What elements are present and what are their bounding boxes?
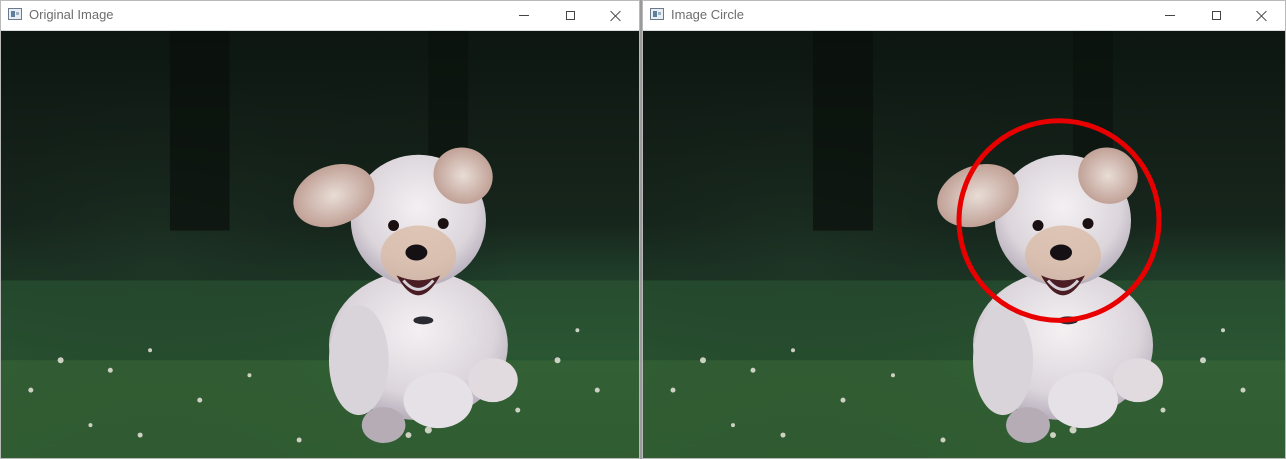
maximize-button[interactable] (1193, 1, 1239, 30)
app-icon (8, 8, 22, 20)
image-canvas (1, 31, 639, 458)
minimize-icon (1165, 15, 1175, 16)
dog-photo (1, 31, 639, 458)
maximize-button[interactable] (547, 1, 593, 30)
image-canvas (643, 31, 1285, 458)
titlebar[interactable]: Image Circle (643, 1, 1285, 31)
close-button[interactable] (1239, 1, 1285, 30)
close-icon (610, 10, 622, 22)
minimize-button[interactable] (1147, 1, 1193, 30)
app-icon (650, 8, 664, 20)
window-title: Original Image (29, 7, 114, 22)
minimize-button[interactable] (501, 1, 547, 30)
window-title: Image Circle (671, 7, 744, 22)
titlebar[interactable]: Original Image (1, 1, 639, 31)
maximize-icon (1211, 11, 1221, 20)
close-icon (1256, 10, 1268, 22)
window-image-circle: Image Circle (642, 0, 1286, 459)
maximize-icon (565, 11, 575, 20)
window-original-image: Original Image (0, 0, 640, 459)
close-button[interactable] (593, 1, 639, 30)
dog-photo-annotated (643, 31, 1285, 458)
minimize-icon (519, 15, 529, 16)
